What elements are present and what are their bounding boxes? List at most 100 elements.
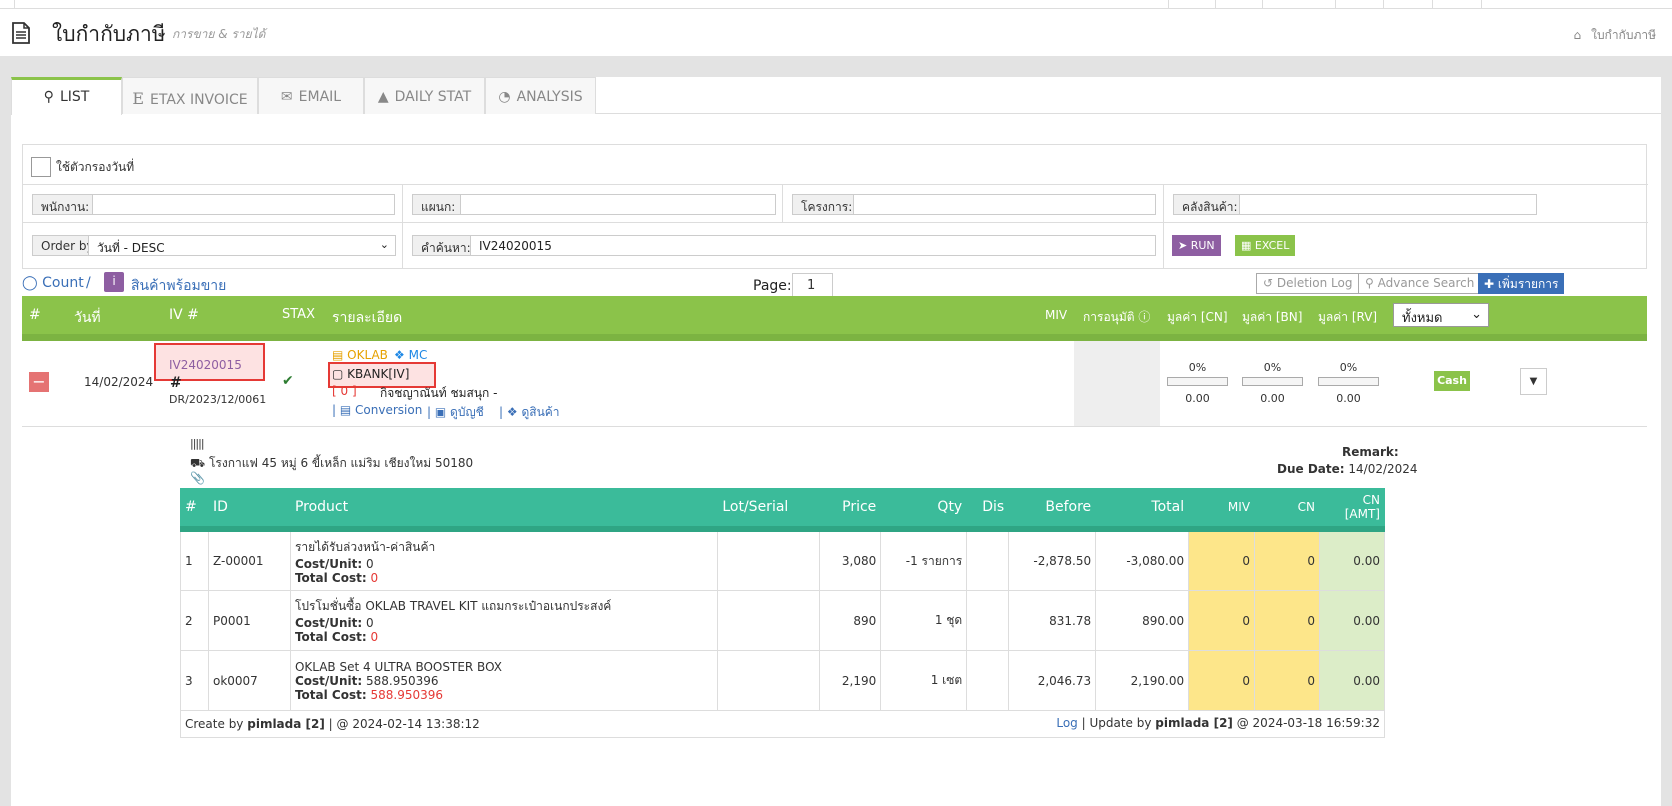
project-input[interactable] [853,194,1156,215]
run-button[interactable]: ➤ RUN [1172,235,1221,256]
search-input[interactable]: IV24020015 [470,235,1156,256]
th-product: Product [289,488,719,526]
th-lot: Lot/Serial [717,488,821,526]
th-cn-amt: CN [AMT] [1318,488,1386,526]
row-actions-dropdown[interactable]: ▼ [1520,368,1547,395]
tab-analysis[interactable]: ◔ ANALYSIS [485,77,596,114]
envelope-icon: ✉ [280,89,293,105]
info-circle-icon: ⓘ [1138,310,1151,324]
ref-number: DR/2023/12/0061 [169,393,267,406]
cn-progress [1167,377,1228,386]
mc-tag[interactable]: ❖ MC [394,348,427,362]
bn-percent: 0% [1263,361,1282,374]
warehouse-input[interactable] [1239,194,1537,215]
filter-row-search: Order by วันที่ - DESC ⌄ คำค้นหา: IV2402… [23,223,1648,269]
rocket-icon: ➤ [1178,239,1188,252]
th-dis: Dis [966,488,1010,526]
items-header-row: # ID Product Lot/Serial Price Qty Dis Be… [180,488,1386,526]
th-cn: CN [1254,488,1320,526]
table-row: 1 Z-00001 รายได้รับล่วงหน้า-ค่าสินค้า Co… [180,531,1386,591]
page-title: ใบกำกับภาษี [52,22,166,46]
deletion-log-button[interactable]: ↺ Deletion Log [1256,273,1360,294]
order-by-filter: Order by วันที่ - DESC ⌄ [23,223,403,269]
tab-email[interactable]: ✉ EMAIL [258,77,364,114]
page-header: ใบกำกับภาษี การขาย & รายได้ ⌂ ใบกำกับภาษี [0,9,1672,56]
ready-products-link[interactable]: สินค้าพร้อมขาย [131,275,226,297]
th-before: Before [1008,488,1097,526]
status-filter-select[interactable]: ทั้งหมด ⌄ [1393,303,1489,327]
cube-icon: ❖ [394,348,405,362]
col-approve: การอนุมัติ ⓘ [1083,310,1151,324]
payment-badge: Cash [1434,371,1470,391]
tab-list[interactable]: ⚲ LIST [11,77,122,115]
list-icon: ▤ [339,403,352,417]
slash-divider: / [86,275,91,291]
page-input[interactable]: 1 [792,273,833,297]
spinner-icon: ◯ [22,275,38,291]
etax-icon: E [132,89,145,108]
tab-daily-stat[interactable]: ▲ DAILY STAT [364,77,485,114]
book-icon: ▢ [332,367,344,381]
paperclip-icon[interactable]: 📎 [190,471,205,485]
ref-hash: # [170,375,182,391]
filter-panel: ใช้ตัวกรองวันที่ พนักงาน: แผนก: โครงการ:… [22,144,1648,269]
warehouse-filter: คลังสินค้า: [1164,185,1648,223]
home-icon[interactable]: ⌂ [1573,28,1581,42]
department-input[interactable] [460,194,776,215]
collapse-button[interactable]: − [29,372,49,392]
remark-label: Remark: [1342,445,1399,459]
cn-percent: 0% [1188,361,1207,374]
items-table: # ID Product Lot/Serial Price Qty Dis Be… [180,488,1386,738]
advance-search-button[interactable]: ⚲ Advance Search [1358,273,1482,294]
col-num: # [29,307,41,323]
account-link[interactable]: | ▣ ดูบัญชี [427,403,484,422]
count-link[interactable]: ◯ Count [22,275,84,291]
th-id: ID [207,488,291,526]
date-filter-label: ใช้ตัวกรองวันที่ [56,160,135,174]
grid-header-bar [22,334,1647,341]
order-by-select[interactable]: วันที่ - DESC ⌄ [88,235,396,256]
th-num: # [180,488,209,526]
tab-etax-invoice[interactable]: E ETAX INVOICE [122,77,258,114]
bn-progress [1242,377,1303,386]
rv-percent: 0% [1339,361,1358,374]
log-link[interactable]: Log [1056,716,1077,730]
customer-name: กิจชญาณันท์ ชมสนุก - [380,386,498,400]
list-toolbar: ◯ Count / i สินค้าพร้อมขาย Page: 1 ↺ Del… [22,272,1647,297]
oklab-tag[interactable]: ▤ OKLAB [332,348,388,362]
add-record-button[interactable]: ✚ เพิ่มรายการ [1478,273,1565,294]
rv-progress [1318,377,1379,386]
employee-input[interactable] [92,194,395,215]
pie-chart-icon: ◔ [498,89,511,105]
history-icon: ↺ [1263,276,1274,290]
table-row: − 14/02/2024 IV24020015 # DR/2023/12/006… [22,341,1647,427]
chevron-down-icon: ⌄ [1471,307,1482,322]
warehouse-label: คลังสินค้า: [1173,194,1247,215]
cn-value: 0.00 [1185,392,1210,405]
date-filter-checkbox[interactable] [31,157,51,177]
iv-number-link[interactable]: IV24020015 [169,358,242,372]
col-date: วันที่ [74,310,101,326]
department-filter: แผนก: [403,185,783,223]
product-link[interactable]: | ❖ ดูสินค้า [499,403,560,422]
th-total: Total [1095,488,1190,526]
project-label: โครงการ: [792,194,862,215]
product-cell: โปรโมชั่นซื้อ OKLAB TRAVEL KIT แถมกระเป๋… [289,590,719,651]
shipping-address: ⛟ โรงกาแฟ 45 หมู่ 6 ขี้เหล็ก แม่ริม เชีย… [190,456,474,470]
grid-header: # วันที่ IV # STAX รายละเอียด MIV การอนุ… [22,296,1647,334]
info-icon: i [104,272,124,292]
excel-file-icon: ▦ [1241,239,1252,252]
conversion-link[interactable]: | ▤ Conversion [332,403,422,417]
row-date: 14/02/2024 [84,375,154,389]
area-chart-icon: ▲ [377,89,389,105]
breadcrumb-current[interactable]: ใบกำกับภาษี [1591,28,1656,42]
th-qty: Qty [880,488,968,526]
page-subtitle: การขาย & รายได้ [172,27,266,41]
footer-row: Create by pimlada [2] | @ 2024-02-14 13:… [180,710,1385,738]
table-row: 3 ok0007 OKLAB Set 4 ULTRA BOOSTER BOX C… [180,650,1386,711]
monitor-icon: ▣ [434,405,447,419]
items-table-wrap: # ID Product Lot/Serial Price Qty Dis Be… [180,488,1386,738]
excel-button[interactable]: ▦ EXCEL [1235,235,1296,256]
search-icon: ⚲ [43,89,54,105]
approval-cell [1074,341,1160,426]
